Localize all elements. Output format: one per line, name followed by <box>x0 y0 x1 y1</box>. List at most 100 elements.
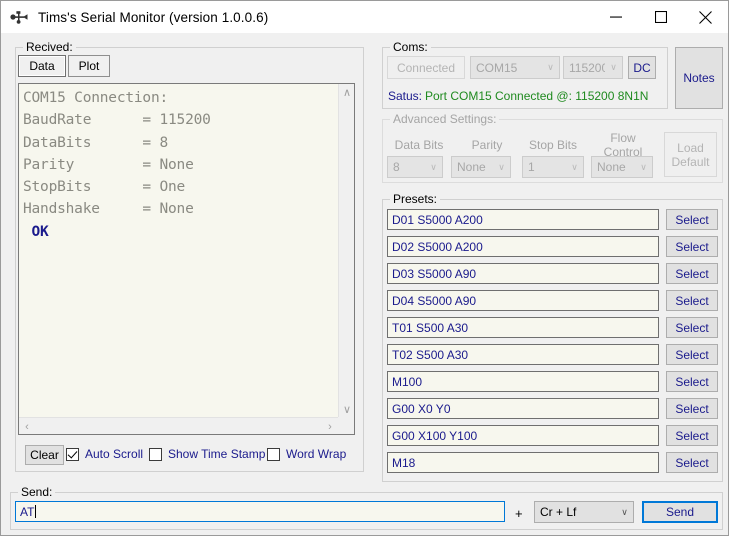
chevron-down-icon: ∨ <box>498 161 505 172</box>
preset-select-label: Select <box>675 428 709 443</box>
auto-scroll-label: Auto Scroll <box>85 447 144 461</box>
status-text: Port COM15 Connected @: 115200 8N1N <box>425 89 649 103</box>
preset-value: D04 S5000 A90 <box>392 293 477 308</box>
maximize-icon[interactable] <box>638 2 683 33</box>
show-time-stamp-checkbox-box[interactable] <box>149 447 162 461</box>
tab-plot-label: Plot <box>78 59 100 73</box>
plus-separator: + <box>515 506 523 521</box>
stop-bits-select[interactable]: 1 ∨ <box>522 156 584 178</box>
preset-select-button[interactable]: Select <box>666 290 718 311</box>
port-select-value: COM15 <box>476 60 518 75</box>
chevron-down-icon: ∨ <box>547 62 554 72</box>
preset-value: T01 S500 A30 <box>392 320 469 335</box>
preset-value: D03 S5000 A90 <box>392 266 477 281</box>
chevron-down-icon: ∨ <box>571 161 578 172</box>
scrollbar-corner <box>338 417 354 434</box>
preset-select-button[interactable]: Select <box>666 344 718 365</box>
flow-control-select[interactable]: None ∨ <box>591 156 653 178</box>
preset-select-button[interactable]: Select <box>666 209 718 230</box>
title-bar: Tims's Serial Monitor (version 1.0.0.6) <box>1 1 728 33</box>
parity-value: None <box>457 160 486 174</box>
scroll-up-icon[interactable]: ∧ <box>339 84 354 100</box>
load-default-button[interactable]: Load Default <box>664 132 717 177</box>
scroll-down-icon[interactable]: ∨ <box>339 401 354 417</box>
received-horizontal-scrollbar[interactable]: ‹ › <box>19 417 338 434</box>
notes-button[interactable]: Notes <box>675 47 723 109</box>
preset-select-label: Select <box>675 293 709 308</box>
serial-monitor-window: Tims's Serial Monitor (version 1.0.0.6) … <box>0 0 729 536</box>
preset-input[interactable]: T01 S500 A30 <box>387 317 659 338</box>
preset-input[interactable]: D04 S5000 A90 <box>387 290 659 311</box>
send-button[interactable]: Send <box>642 501 718 523</box>
port-select[interactable]: COM15 ∨ <box>470 56 560 79</box>
received-console-lines: COM15 Connection: BaudRate = 115200 Data… <box>23 90 211 218</box>
word-wrap-label: Word Wrap <box>286 447 347 461</box>
preset-select-label: Select <box>675 239 709 254</box>
close-icon[interactable] <box>683 2 728 33</box>
connect-button[interactable]: Connected <box>387 56 465 79</box>
flow-control-value: None <box>597 160 626 174</box>
preset-input[interactable]: D01 S5000 A200 <box>387 209 659 230</box>
presets-group-label: Presets: <box>390 192 441 206</box>
parity-label: Parity <box>471 138 503 152</box>
preset-input[interactable]: M18 <box>387 452 659 473</box>
preset-input[interactable]: T02 S500 A30 <box>387 344 659 365</box>
received-vertical-scrollbar[interactable]: ∧ ∨ <box>338 84 354 417</box>
preset-select-button[interactable]: Select <box>666 236 718 257</box>
tab-data[interactable]: Data <box>18 55 66 77</box>
received-console[interactable]: COM15 Connection: BaudRate = 115200 Data… <box>18 83 355 435</box>
checkbox-word-wrap[interactable]: Word Wrap <box>267 447 346 461</box>
clear-button[interactable]: Clear <box>25 445 64 465</box>
preset-value: D02 S5000 A200 <box>392 239 483 254</box>
notes-button-label: Notes <box>683 71 715 85</box>
load-default-line2: Default <box>671 154 710 169</box>
baud-select[interactable]: 115200 ∨ <box>563 56 623 79</box>
checkbox-show-time-stamp[interactable]: Show Time Stamp <box>149 447 265 461</box>
coms-group-label: Coms: <box>390 40 431 54</box>
preset-select-button[interactable]: Select <box>666 452 718 473</box>
line-terminator-value: Cr + Lf <box>540 505 577 519</box>
status-label: Satus: <box>388 89 423 103</box>
send-input[interactable]: AT <box>15 501 505 522</box>
tab-plot[interactable]: Plot <box>68 55 110 77</box>
preset-value: G00 X100 Y100 <box>392 428 478 443</box>
send-button-label: Send <box>665 505 695 519</box>
stop-bits-label: Stop Bits <box>528 138 578 152</box>
preset-select-button[interactable]: Select <box>666 371 718 392</box>
data-bits-value: 8 <box>393 160 400 174</box>
clear-button-label: Clear <box>30 448 59 462</box>
preset-select-label: Select <box>675 266 709 281</box>
preset-input[interactable]: M100 <box>387 371 659 392</box>
preset-input[interactable]: D02 S5000 A200 <box>387 236 659 257</box>
chevron-down-icon: ∨ <box>621 506 628 517</box>
stop-bits-value: 1 <box>528 160 535 174</box>
preset-value: M18 <box>392 455 416 470</box>
preset-select-label: Select <box>675 455 709 470</box>
preset-select-label: Select <box>675 374 709 389</box>
preset-select-button[interactable]: Select <box>666 263 718 284</box>
disconnect-button[interactable]: DC <box>628 56 656 79</box>
received-console-status: OK <box>23 223 49 240</box>
word-wrap-checkbox-box[interactable] <box>267 447 280 461</box>
preset-value: M100 <box>392 374 423 389</box>
preset-input[interactable]: D03 S5000 A90 <box>387 263 659 284</box>
data-bits-select[interactable]: 8 ∨ <box>387 156 443 178</box>
line-terminator-select[interactable]: Cr + Lf ∨ <box>534 501 634 523</box>
parity-select[interactable]: None ∨ <box>451 156 511 178</box>
preset-select-label: Select <box>675 212 709 227</box>
scroll-left-icon[interactable]: ‹ <box>19 418 35 434</box>
preset-select-button[interactable]: Select <box>666 317 718 338</box>
preset-select-button[interactable]: Select <box>666 398 718 419</box>
preset-select-label: Select <box>675 401 709 416</box>
minimize-icon[interactable] <box>593 2 638 33</box>
window-title: Tims's Serial Monitor (version 1.0.0.6) <box>38 9 269 25</box>
text-caret <box>35 505 37 518</box>
usb-connector-icon <box>10 9 32 25</box>
scroll-right-icon[interactable]: › <box>322 418 338 434</box>
preset-input[interactable]: G00 X0 Y0 <box>387 398 659 419</box>
preset-input[interactable]: G00 X100 Y100 <box>387 425 659 446</box>
preset-select-button[interactable]: Select <box>666 425 718 446</box>
chevron-down-icon: ∨ <box>610 62 617 72</box>
auto-scroll-checkbox-box[interactable] <box>66 447 79 461</box>
checkbox-auto-scroll[interactable]: Auto Scroll <box>66 447 143 461</box>
